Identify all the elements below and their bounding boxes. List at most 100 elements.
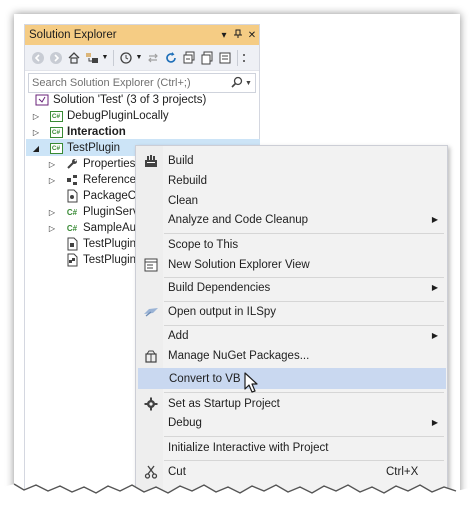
show-all-files-icon[interactable] [198, 49, 215, 67]
references-icon [65, 173, 79, 187]
menu-label: Manage NuGet Packages... [168, 349, 310, 362]
properties-icon[interactable] [216, 49, 233, 67]
menu-item-clean[interactable]: Clean [138, 190, 446, 211]
menu-label: Debug [168, 416, 202, 429]
node-label: PackageCo [83, 190, 143, 202]
expand-arrow-icon[interactable]: ▷ [47, 204, 57, 220]
search-placeholder: Search Solution Explorer (Ctrl+;) [32, 77, 191, 89]
menu-item-build[interactable]: Build [138, 150, 446, 171]
context-menu: Build Rebuild Clean Analyze and Code Cle… [135, 145, 448, 505]
toolbar-overflow-icon[interactable] [241, 49, 247, 67]
tree-node-file[interactable]: TestPlugin. [65, 252, 139, 268]
csharp-project-icon: C# [49, 109, 63, 123]
menu-label: Add [168, 329, 189, 342]
new-view-icon [142, 256, 160, 274]
menu-item-debug[interactable]: Debug ▶ [138, 412, 446, 433]
tree-node-file[interactable]: PackageCo [65, 188, 142, 204]
menu-item-convert-to-vb[interactable]: Convert to VB [138, 368, 446, 389]
tree-node-file[interactable]: TestPlugin. [65, 236, 139, 252]
auto-hide-pin-icon[interactable] [231, 29, 245, 42]
menu-label: Initialize Interactive with Project [168, 441, 329, 454]
solution-label: Solution 'Test' (3 of 3 projects) [53, 94, 207, 106]
csharp-project-icon: C# [49, 125, 63, 139]
node-label: SampleAut [83, 222, 140, 234]
submenu-arrow-icon: ▶ [431, 331, 438, 340]
sync-icon[interactable] [144, 49, 161, 67]
menu-item-rebuild[interactable]: Rebuild [138, 170, 446, 191]
solution-explorer-toolbar: ▼ ▼ [25, 45, 259, 71]
csharp-file-icon: C# [66, 223, 78, 233]
tree-node-solution[interactable]: Solution 'Test' (3 of 3 projects) [35, 92, 206, 108]
menu-label: Scope to This [168, 238, 239, 251]
panel-title-bar: Solution Explorer ▾ ✕ [25, 25, 259, 45]
menu-item-build-dependencies[interactable]: Build Dependencies ▶ [138, 277, 446, 298]
menu-label: Open output in ILSpy [168, 305, 277, 318]
gear-icon [142, 395, 160, 413]
wrench-icon [65, 157, 79, 171]
tree-node-project[interactable]: C# Interaction [49, 124, 126, 140]
menu-label: Build Dependencies [168, 281, 271, 294]
nuget-package-icon [142, 347, 160, 365]
home-icon[interactable] [65, 49, 82, 67]
search-icon[interactable] [231, 76, 245, 91]
tree-node-file[interactable]: C# PluginServ [65, 204, 139, 220]
panel-title: Solution Explorer [29, 29, 117, 41]
close-panel-button[interactable]: ✕ [245, 30, 259, 41]
dropdown-arrow-icon[interactable]: ▼ [135, 49, 143, 67]
window-position-button[interactable]: ▾ [217, 30, 231, 41]
search-solution-explorer-input[interactable]: Search Solution Explorer (Ctrl+;) ▼ [28, 73, 256, 93]
menu-item-set-startup[interactable]: Set as Startup Project [138, 393, 446, 414]
forward-icon[interactable] [47, 49, 64, 67]
config-file-icon [65, 189, 79, 203]
submenu-arrow-icon: ▶ [431, 418, 438, 427]
menu-item-open-ilspy[interactable]: Open output in ILSpy [138, 301, 446, 322]
expand-arrow-icon[interactable]: ▷ [47, 220, 57, 236]
submenu-arrow-icon: ▶ [431, 215, 438, 224]
menu-item-manage-nuget[interactable]: Manage NuGet Packages... [138, 345, 446, 366]
ilspy-icon [142, 303, 160, 321]
menu-label: Clean [168, 194, 199, 207]
expand-arrow-icon[interactable]: ▷ [47, 172, 57, 188]
project-label: TestPlugin [67, 142, 121, 154]
tree-node-file[interactable]: C# SampleAut [65, 220, 139, 236]
menu-item-analyze[interactable]: Analyze and Code Cleanup ▶ [138, 209, 446, 230]
back-icon[interactable] [29, 49, 46, 67]
pending-changes-icon[interactable] [117, 49, 134, 67]
submenu-arrow-icon: ▶ [431, 283, 438, 292]
dropdown-arrow-icon[interactable]: ▼ [101, 49, 109, 67]
plugin-file-icon [65, 253, 79, 267]
menu-item-scope[interactable]: Scope to This [138, 234, 446, 255]
menu-label: Rebuild [168, 174, 207, 187]
expand-arrow-icon[interactable]: ▷ [31, 124, 41, 140]
node-label: PluginServ [83, 206, 139, 218]
refresh-icon[interactable] [162, 49, 179, 67]
node-label: TestPlugin. [83, 238, 140, 250]
project-label: DebugPluginLocally [67, 110, 169, 122]
torn-edge-decoration [0, 483, 474, 511]
menu-label: New Solution Explorer View [168, 258, 310, 271]
menu-label: Build [168, 154, 194, 167]
toolbar-separator [113, 49, 114, 66]
search-options-arrow-icon[interactable]: ▼ [245, 80, 255, 87]
menu-label: Set as Startup Project [168, 397, 280, 410]
plugin-file-icon [65, 237, 79, 251]
collapse-arrow-icon[interactable]: ◢ [31, 140, 41, 156]
node-label: Properties [83, 158, 136, 170]
collapse-all-icon[interactable] [180, 49, 197, 67]
menu-item-initialize-interactive[interactable]: Initialize Interactive with Project [138, 437, 446, 458]
node-label: References [83, 174, 142, 186]
tree-node-properties[interactable]: Properties [65, 156, 135, 172]
tree-node-project-selected[interactable]: C# TestPlugin [49, 140, 120, 156]
menu-item-add[interactable]: Add ▶ [138, 325, 446, 346]
switch-views-icon[interactable] [83, 49, 100, 67]
expand-arrow-icon[interactable]: ▷ [47, 156, 57, 172]
tree-node-project[interactable]: C# DebugPluginLocally [49, 108, 169, 124]
menu-label: Convert to VB [169, 372, 241, 385]
csharp-project-icon: C# [49, 141, 63, 155]
tree-node-references[interactable]: References [65, 172, 142, 188]
expand-arrow-icon[interactable]: ▷ [31, 108, 41, 124]
menu-item-new-view[interactable]: New Solution Explorer View [138, 254, 446, 275]
node-label: TestPlugin. [83, 254, 140, 266]
toolbar-separator [237, 49, 238, 66]
solution-icon [35, 93, 49, 107]
